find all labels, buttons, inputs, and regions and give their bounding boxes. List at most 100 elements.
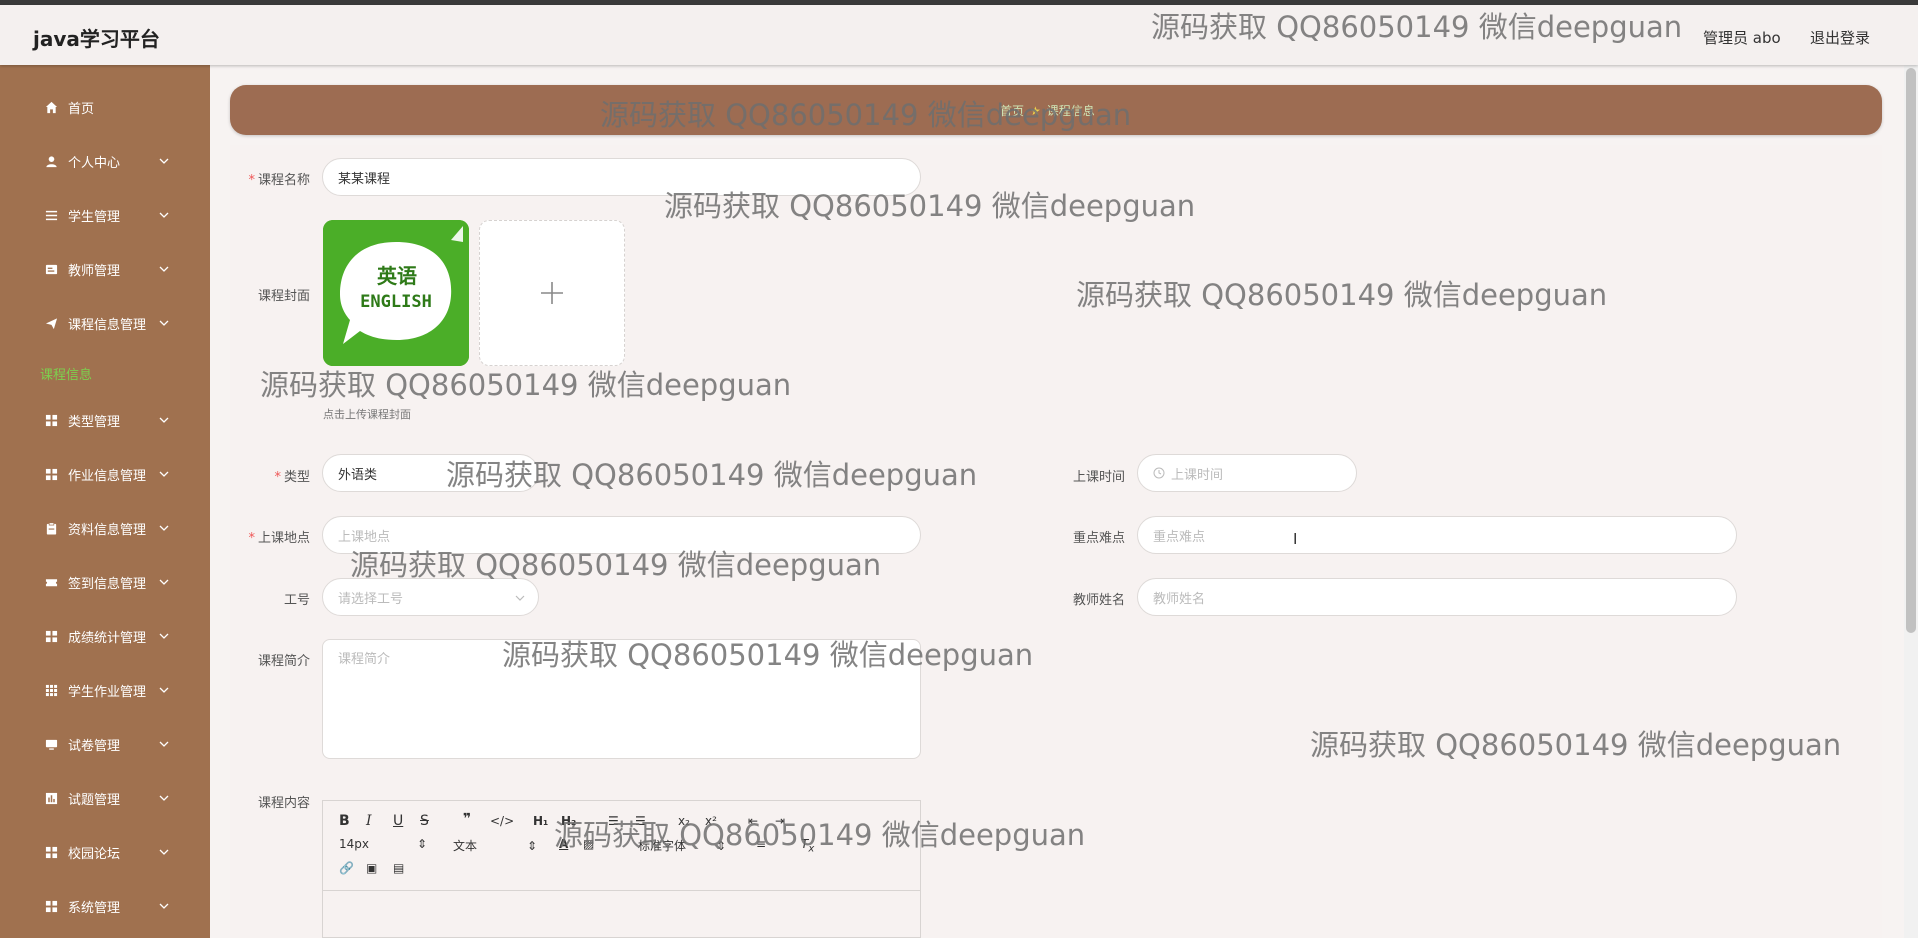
- course-intro-textarea[interactable]: 课程简介: [322, 639, 921, 759]
- type-label: * 类型: [274, 470, 310, 485]
- chevron-down-icon: [159, 212, 169, 218]
- block-type-select[interactable]: 文本 ⇕: [453, 837, 537, 854]
- course-name-label: * 课程名称: [248, 173, 310, 188]
- font-color-icon[interactable]: A: [559, 837, 568, 851]
- bold-icon[interactable]: B: [339, 813, 350, 829]
- ticket-icon: [44, 575, 58, 589]
- sidebar-item-home[interactable]: 首页: [0, 87, 210, 127]
- sidebar-item-label: 试题管理: [68, 792, 121, 808]
- chevron-down-icon: [159, 471, 169, 477]
- sidebar-item-types[interactable]: 类型管理: [0, 400, 210, 440]
- underline-icon[interactable]: U: [393, 813, 403, 829]
- bullet-list-icon[interactable]: ☰: [635, 814, 646, 828]
- sidebar-item-label: 资料信息管理: [68, 522, 147, 538]
- italic-icon[interactable]: I: [366, 813, 372, 829]
- sidebar-item-course-info[interactable]: 课程信息管理: [0, 303, 210, 343]
- grid-icon: [44, 899, 58, 913]
- star-icon: ★: [1030, 104, 1041, 118]
- editor-toolbar: B I U S ❞ </> H₁ H₂ ☰ ☰ x₂ x² ⇤ ⇥ 14px ⇕ …: [323, 801, 920, 891]
- class-place-label: * 上课地点: [248, 531, 310, 546]
- chevron-down-icon: [159, 525, 169, 531]
- video-icon[interactable]: ▤: [393, 861, 404, 875]
- job-number-placeholder: 请选择工号: [338, 591, 404, 607]
- breadcrumb-home[interactable]: 首页: [1000, 104, 1024, 118]
- type-select[interactable]: 外语类: [322, 454, 539, 492]
- sidebar-item-label: 系统管理: [68, 900, 121, 916]
- class-time-placeholder: 上课时间: [1171, 467, 1224, 483]
- sidebar-item-label: 教师管理: [68, 263, 121, 279]
- clipboard-icon: [44, 521, 58, 535]
- header-bar: java学习平台 管理员 abo 退出登录: [0, 5, 1918, 65]
- grid-icon: [44, 629, 58, 643]
- sidebar-item-label: 学生管理: [68, 209, 121, 225]
- sidebar-item-system[interactable]: 系统管理: [0, 886, 210, 926]
- chevron-down-icon: [159, 633, 169, 639]
- sidebar-item-grades[interactable]: 成绩统计管理: [0, 616, 210, 656]
- upload-cover-button[interactable]: [479, 220, 625, 366]
- sidebar-item-student-homework[interactable]: 学生作业管理: [0, 670, 210, 710]
- strikethrough-icon[interactable]: S: [420, 813, 429, 829]
- sidebar-item-label: 成绩统计管理: [68, 630, 147, 646]
- course-name-input[interactable]: 某某课程: [322, 158, 921, 196]
- sidebar-item-label: 课程信息管理: [68, 317, 147, 333]
- class-place-input[interactable]: 上课地点: [322, 516, 921, 554]
- chevron-down-icon: [159, 266, 169, 272]
- sidebar-item-teachers[interactable]: 教师管理: [0, 249, 210, 289]
- sidebar-item-label: 签到信息管理: [68, 576, 147, 592]
- plus-icon: [541, 282, 563, 304]
- sidebar-item-homework-info[interactable]: 作业信息管理: [0, 454, 210, 494]
- teacher-name-input[interactable]: 教师姓名: [1137, 578, 1737, 616]
- upload-cover-tip: 点击上传课程封面: [323, 408, 411, 421]
- code-block-icon[interactable]: </>: [490, 814, 514, 828]
- sidebar-item-label: 试卷管理: [68, 738, 121, 754]
- font-family-select[interactable]: 标准字体 ⇕: [638, 837, 726, 854]
- sidebar-item-label: 类型管理: [68, 414, 121, 430]
- heading1-icon[interactable]: H₁: [533, 814, 548, 828]
- card-icon: [44, 262, 58, 276]
- sidebar-item-exams[interactable]: 试卷管理: [0, 724, 210, 764]
- chevron-down-icon: [159, 579, 169, 585]
- course-cover-image[interactable]: 英语 ENGLISH: [323, 220, 469, 366]
- text-cursor-icon: I: [1293, 531, 1298, 548]
- home-icon: [44, 100, 58, 114]
- logout-link[interactable]: 退出登录: [1810, 27, 1870, 48]
- link-icon[interactable]: 🔗: [339, 861, 354, 875]
- apps-icon: [44, 683, 58, 697]
- chevron-down-icon: [159, 320, 169, 326]
- image-icon[interactable]: ▣: [366, 861, 377, 875]
- sidebar-item-label: 学生作业管理: [68, 684, 147, 700]
- blockquote-icon[interactable]: ❞: [463, 811, 471, 827]
- sidebar-item-profile[interactable]: 个人中心: [0, 141, 210, 181]
- clear-format-icon[interactable]: Tx: [801, 837, 814, 854]
- outdent-icon[interactable]: ⇤: [748, 814, 758, 828]
- background-color-icon[interactable]: ▨: [583, 837, 594, 851]
- user-icon: [44, 154, 58, 168]
- align-icon[interactable]: ≡: [756, 837, 766, 851]
- clock-icon: [1153, 467, 1165, 479]
- keypoint-label: 重点难点: [1072, 531, 1125, 546]
- subscript-icon[interactable]: x₂: [678, 814, 690, 828]
- app-brand: java学习平台: [33, 27, 160, 51]
- sidebar-item-forum[interactable]: 校园论坛: [0, 832, 210, 872]
- job-number-select[interactable]: 请选择工号: [322, 578, 539, 616]
- sidebar-subitem-course-info[interactable]: 课程信息: [40, 364, 92, 383]
- grid-icon: [44, 413, 58, 427]
- font-size-select[interactable]: 14px ⇕: [339, 837, 427, 851]
- sidebar-item-label: 作业信息管理: [68, 468, 147, 484]
- indent-icon[interactable]: ⇥: [775, 814, 785, 828]
- breadcrumb-current: 课程信息: [1046, 104, 1095, 118]
- breadcrumb: 首页 ★ 课程信息: [1000, 102, 1095, 119]
- grid-icon: [44, 845, 58, 859]
- chevron-down-icon: [159, 741, 169, 747]
- superscript-icon[interactable]: x²: [705, 814, 717, 828]
- keypoint-input[interactable]: 重点难点: [1137, 516, 1737, 554]
- sidebar-item-label: 校园论坛: [68, 846, 121, 862]
- class-time-picker[interactable]: 上课时间: [1137, 454, 1357, 492]
- sidebar-item-students[interactable]: 学生管理: [0, 195, 210, 235]
- page-scrollbar-thumb[interactable]: [1906, 68, 1916, 633]
- ordered-list-icon[interactable]: ☰: [608, 814, 619, 828]
- sidebar-item-questions[interactable]: 试题管理: [0, 778, 210, 818]
- sidebar-item-materials[interactable]: 资料信息管理: [0, 508, 210, 548]
- heading2-icon[interactable]: H₂: [561, 814, 576, 828]
- sidebar-item-checkin[interactable]: 签到信息管理: [0, 562, 210, 602]
